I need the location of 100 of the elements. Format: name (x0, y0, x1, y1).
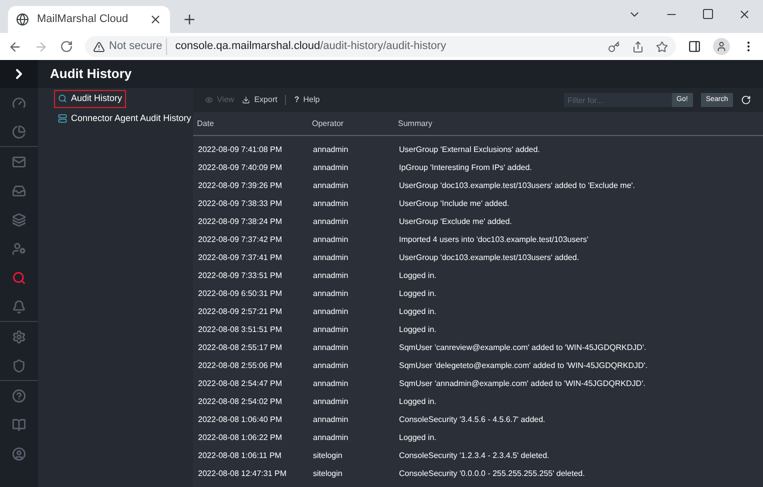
close-icon[interactable] (149, 13, 162, 26)
summary-cell: UserGroup 'External Exclusions' added. (399, 144, 540, 156)
date-cell-text: 2022-08-09 7:33:51 PM (198, 270, 284, 282)
date-cell-text: 2022-08-08 2:54:47 PM (198, 378, 284, 390)
operator-cell-text: sitelogin (313, 450, 344, 462)
operator-cell-text: annadmin (313, 162, 350, 174)
eye-icon (205, 96, 213, 104)
summary-cell: IpGroup 'Interesting From IPs' added. (399, 162, 532, 174)
summary-cell: UserGroup 'Exclude me' added. (399, 216, 512, 228)
date-cell-text: 2022-08-09 6:50:31 PM (198, 288, 284, 300)
layers-icon[interactable] (12, 212, 26, 226)
help-icon[interactable] (12, 388, 26, 402)
bell-icon[interactable] (12, 300, 26, 314)
summary-cell: UserGroup 'Include me' added. (399, 198, 510, 210)
summary-cell: Logged in. (399, 396, 436, 408)
operator-cell-text: annadmin (313, 288, 350, 300)
new-tab-icon[interactable] (182, 12, 197, 27)
summary-cell: Logged in. (399, 324, 436, 336)
date-cell-text: 2022-08-09 7:41:08 PM (198, 144, 284, 156)
summary-cell: ConsoleSecurity '3.4.5.6 - 4.5.6.7' added. (399, 414, 546, 426)
operator-cell-text: annadmin (313, 216, 350, 228)
operator-cell-text: annadmin (313, 396, 350, 408)
summary-cell: Imported 4 users into 'doc103.example.test/103users' (399, 234, 588, 246)
summary-cell: SqmUser 'delegeteto@example.com' added to 'WIN-45JGDQRKDJD'. (399, 360, 648, 372)
url-text: console.qa.mailmarshal.cloud/audit-history/audit-history (174, 39, 446, 54)
maximize-icon[interactable] (702, 8, 714, 20)
nav-item[interactable]: Audit History (54, 90, 126, 108)
date-cell-text: 2022-08-08 12:47:31 PM (198, 468, 288, 480)
date-cell-text: 2022-08-09 7:37:41 PM (198, 252, 284, 264)
download-icon (242, 96, 250, 104)
summary-cell: UserGroup 'doc103.example.test/103users' added to 'Exclude me'. (399, 180, 636, 192)
date-cell-text: 2022-08-08 1:06:40 PM (198, 414, 284, 426)
back-icon[interactable] (8, 40, 22, 54)
operator-cell-text: annadmin (313, 198, 350, 210)
browser-tab[interactable]: MailMarshal Cloud (8, 6, 170, 33)
operator-cell-text: annadmin (313, 414, 350, 426)
pie-chart-icon[interactable] (12, 124, 26, 138)
operator-cell-text: annadmin (313, 432, 350, 444)
side-panel-icon[interactable] (688, 40, 701, 53)
date-cell-text: 2022-08-08 2:55:06 PM (198, 360, 284, 372)
agent-icon (58, 114, 67, 123)
summary-cell: Logged in. (399, 288, 436, 300)
warning-icon (93, 40, 105, 52)
help-button[interactable]: ? Help (294, 94, 320, 106)
summary-cell: SqmUser 'annadmin@example.com' added to 'WIN-45JGDQRKDJD'. (399, 378, 646, 390)
operator-cell-text: annadmin (313, 234, 350, 246)
summary-cell: UserGroup 'doc103.example.test/103users' added. (399, 252, 580, 264)
star-icon[interactable] (656, 40, 668, 52)
export-button[interactable]: Export (242, 94, 278, 106)
operator-cell-text: annadmin (313, 252, 350, 264)
book-icon[interactable] (12, 418, 26, 432)
operator-cell-text: annadmin (313, 342, 350, 354)
reload-icon[interactable] (60, 40, 73, 53)
date-cell-text: 2022-08-08 1:06:11 PM (198, 450, 282, 462)
date-cell-text: 2022-08-09 7:40:09 PM (198, 162, 284, 174)
summary-cell: ConsoleSecurity '0.0.0.0 - 255.255.255.255' deleted. (399, 468, 585, 480)
user-icon[interactable] (12, 446, 26, 460)
operator-cell-text: annadmin (313, 144, 350, 156)
tab-title: MailMarshal Cloud (37, 12, 130, 28)
refresh-icon[interactable] (741, 95, 751, 105)
operator-cell-text: annadmin (313, 180, 350, 192)
date-cell-text: 2022-08-09 2:57:21 PM (198, 306, 284, 318)
close-window-icon[interactable] (738, 8, 751, 21)
operator-cell-text: annadmin (313, 378, 350, 390)
key-icon[interactable] (608, 40, 620, 52)
summary-cell: Logged in. (399, 270, 436, 282)
date-cell-text: 2022-08-08 1:06:22 PM (198, 432, 284, 444)
inbox-icon[interactable] (12, 184, 26, 198)
search-icon[interactable] (12, 270, 26, 284)
summary-cell: SqmUser 'canreview@example.com' added to 'WIN-45JGDQRKDJD'. (399, 342, 646, 354)
operator-cell-text: sitelogin (313, 468, 344, 480)
profile-avatar[interactable] (713, 38, 730, 55)
date-cell-text: 2022-08-08 2:55:17 PM (198, 342, 284, 354)
security-label: Not secure (109, 38, 168, 55)
page-title: Audit History (50, 65, 132, 84)
share-icon[interactable] (632, 40, 644, 52)
operator-cell-text: annadmin (313, 360, 350, 372)
date-cell-text: 2022-08-09 7:38:24 PM (198, 216, 284, 228)
shield-icon[interactable] (12, 358, 26, 372)
column-header: Operator (312, 118, 345, 130)
summary-cell: ConsoleSecurity '1.2.3.4 - 2.3.4.5' deleted. (399, 450, 550, 462)
gauge-icon[interactable] (12, 96, 26, 110)
date-cell-text: 2022-08-09 7:39:26 PM (198, 180, 284, 192)
operator-cell-text: annadmin (313, 324, 350, 336)
envelope-icon[interactable] (12, 154, 26, 168)
column-header: Date (197, 118, 215, 130)
date-cell-text: 2022-08-08 3:51:51 PM (198, 324, 284, 336)
nav-item[interactable]: Connector Agent Audit History (54, 110, 196, 127)
search-icon (58, 94, 67, 104)
column-header: Summary (398, 118, 432, 130)
address-bar[interactable]: Not secure console.qa.mailmarshal.cloud/audit-history/audit-history (85, 36, 676, 57)
date-cell-text: 2022-08-08 2:54:02 PM (198, 396, 284, 408)
summary-cell: Logged in. (399, 432, 436, 444)
operator-cell-text: annadmin (313, 270, 350, 282)
date-cell-text: 2022-08-09 7:37:42 PM (198, 234, 284, 246)
globe-icon (16, 13, 29, 26)
user-settings-icon[interactable] (12, 242, 26, 256)
operator-cell-text: annadmin (313, 306, 350, 318)
summary-cell: Logged in. (399, 306, 436, 318)
settings-icon[interactable] (12, 330, 26, 344)
